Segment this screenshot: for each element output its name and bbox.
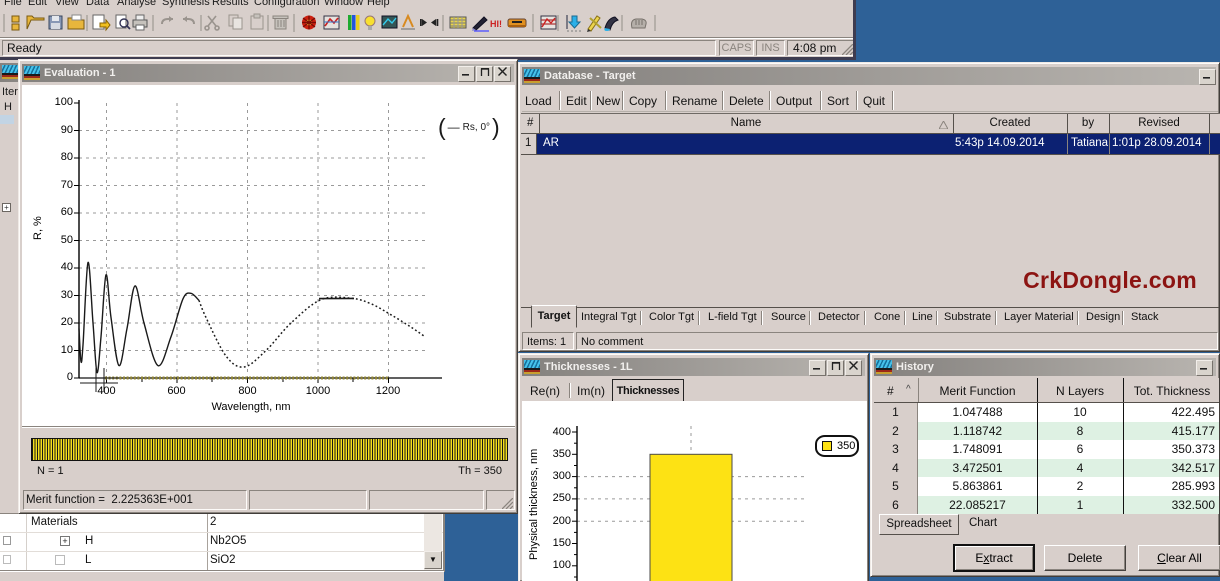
svg-text:HI!: HI! xyxy=(490,19,502,29)
